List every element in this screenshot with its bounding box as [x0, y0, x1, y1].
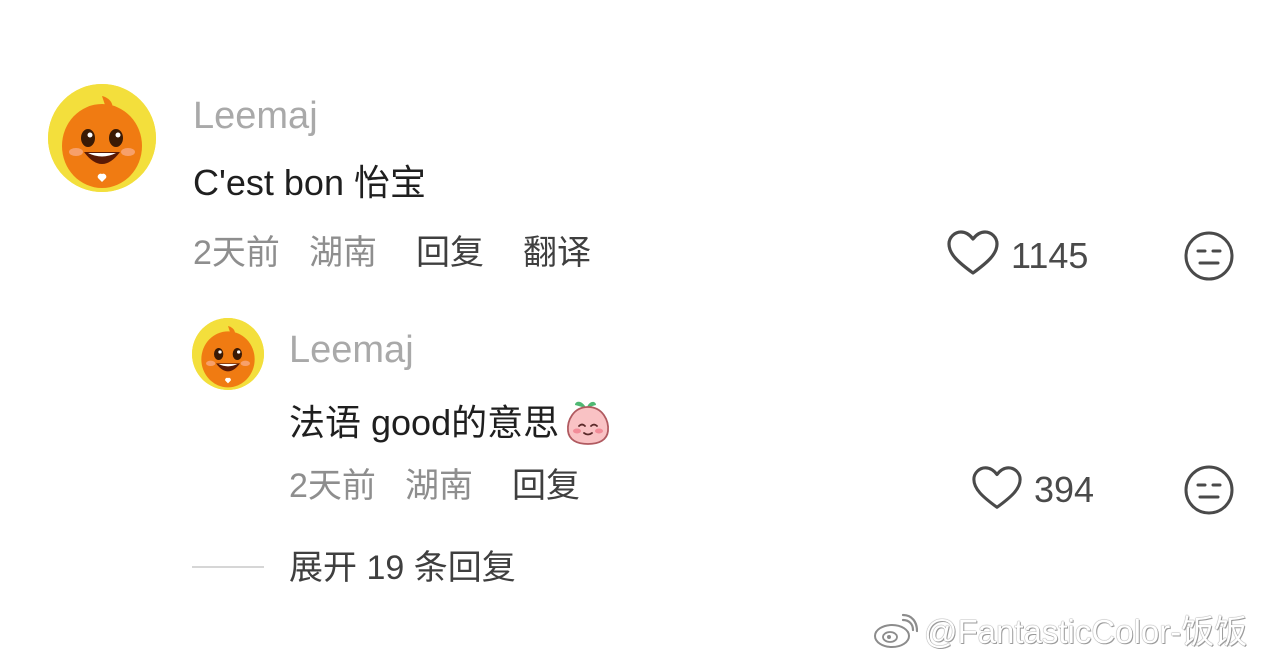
neutral-face-icon — [1184, 231, 1234, 281]
reply-location: 湖南 — [405, 467, 473, 505]
expand-divider — [192, 566, 264, 568]
expand-replies-button[interactable]: 展开 19 条回复 — [289, 549, 516, 587]
watermark-text: @FantasticColor-饭饭 — [924, 613, 1248, 650]
comment-avatar[interactable] — [48, 84, 156, 192]
comment-dislike-button[interactable] — [1183, 230, 1235, 282]
heart-outline-icon — [947, 230, 999, 275]
orange-mascot-icon — [192, 318, 264, 390]
comment-like-button[interactable] — [946, 229, 1000, 279]
comment-reply-button[interactable]: 回复 — [416, 234, 484, 272]
reply-dislike-button[interactable] — [1183, 464, 1235, 516]
comment-location: 湖南 — [309, 234, 377, 272]
reply-text: 法语 good的意思 — [289, 397, 613, 447]
peach-emoji-icon — [563, 397, 613, 447]
reply-text-content: 法语 good的意思 — [289, 402, 560, 443]
reply-username[interactable]: Leemaj — [289, 330, 414, 370]
reply-avatar[interactable] — [192, 318, 264, 390]
reply-like-button[interactable] — [971, 464, 1023, 514]
weibo-logo-icon — [872, 612, 918, 650]
reply-like-count: 394 — [1034, 469, 1095, 510]
orange-mascot-icon — [48, 84, 156, 192]
neutral-face-icon — [1184, 465, 1234, 515]
comment-like-count: 1145 — [1011, 235, 1089, 276]
comment-username[interactable]: Leemaj — [193, 96, 318, 136]
reply-reply-button[interactable]: 回复 — [512, 467, 580, 505]
comment-time: 2天前 — [193, 234, 280, 272]
reply-time: 2天前 — [289, 467, 376, 505]
comment-text: C'est bon 怡宝 — [193, 162, 426, 203]
heart-outline-icon — [972, 466, 1022, 509]
comment-translate-button[interactable]: 翻译 — [523, 234, 591, 272]
